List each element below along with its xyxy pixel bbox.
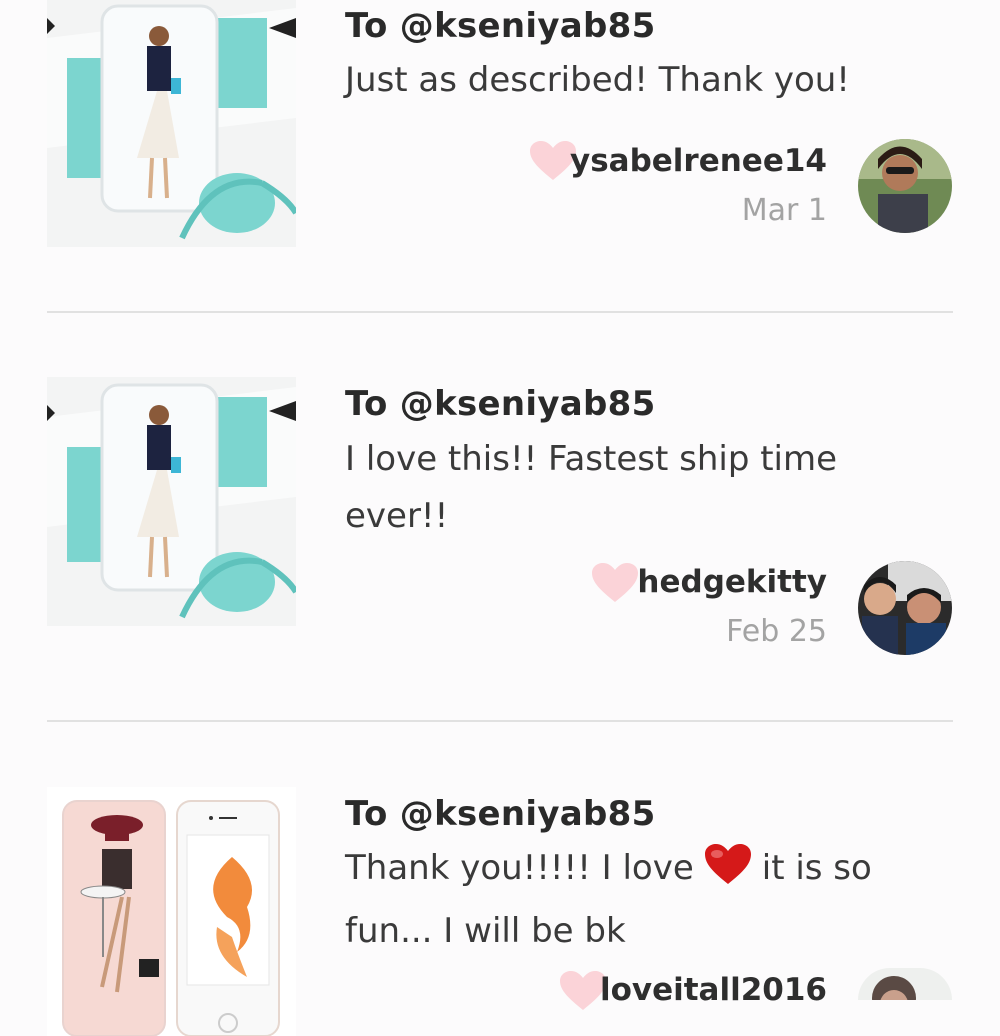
reviewer-username[interactable]: hedgekitty — [637, 564, 827, 600]
listing-thumbnail[interactable] — [47, 377, 296, 626]
user-avatar-icon — [858, 561, 952, 655]
review-comment: I love this!! Fastest ship time ever!! — [345, 439, 838, 536]
review-comment-text: Thank you!!!!! I love — [345, 848, 694, 888]
phone-cases-illustration-icon — [47, 787, 296, 1036]
review-date: Feb 25 — [726, 614, 827, 649]
review-recipient: To @kseniyab85 — [345, 6, 656, 46]
listing-thumbnail[interactable] — [47, 787, 296, 1036]
listing-thumbnail[interactable] — [47, 0, 296, 247]
user-avatar[interactable] — [858, 561, 952, 655]
review-recipient: To @kseniyab85 — [345, 384, 656, 424]
phone-case-fashion-illustration-icon — [47, 377, 296, 626]
user-avatar-icon — [858, 968, 952, 1000]
user-avatar-icon — [858, 139, 952, 233]
user-avatar[interactable] — [858, 968, 952, 1000]
review-divider — [47, 720, 953, 722]
review-date: Mar 1 — [741, 193, 827, 228]
reviewer-username[interactable]: loveitall2016 — [600, 972, 827, 1008]
red-heart-emoji-icon — [704, 843, 752, 903]
user-avatar[interactable] — [858, 139, 952, 233]
like-heart-icon[interactable] — [590, 562, 640, 604]
review-comment: Just as described! Thank you! — [345, 60, 850, 100]
reviews-feed: To @kseniyab85 Just as described! Thank … — [0, 0, 1000, 1036]
review-recipient: To @kseniyab85 — [345, 794, 656, 834]
reviewer-username[interactable]: ysabelrenee14 — [570, 143, 827, 179]
review-comment: Thank you!!!!! I love it is so fun... I w… — [345, 840, 945, 960]
phone-case-fashion-illustration-icon — [47, 0, 296, 247]
review-divider — [47, 311, 953, 313]
